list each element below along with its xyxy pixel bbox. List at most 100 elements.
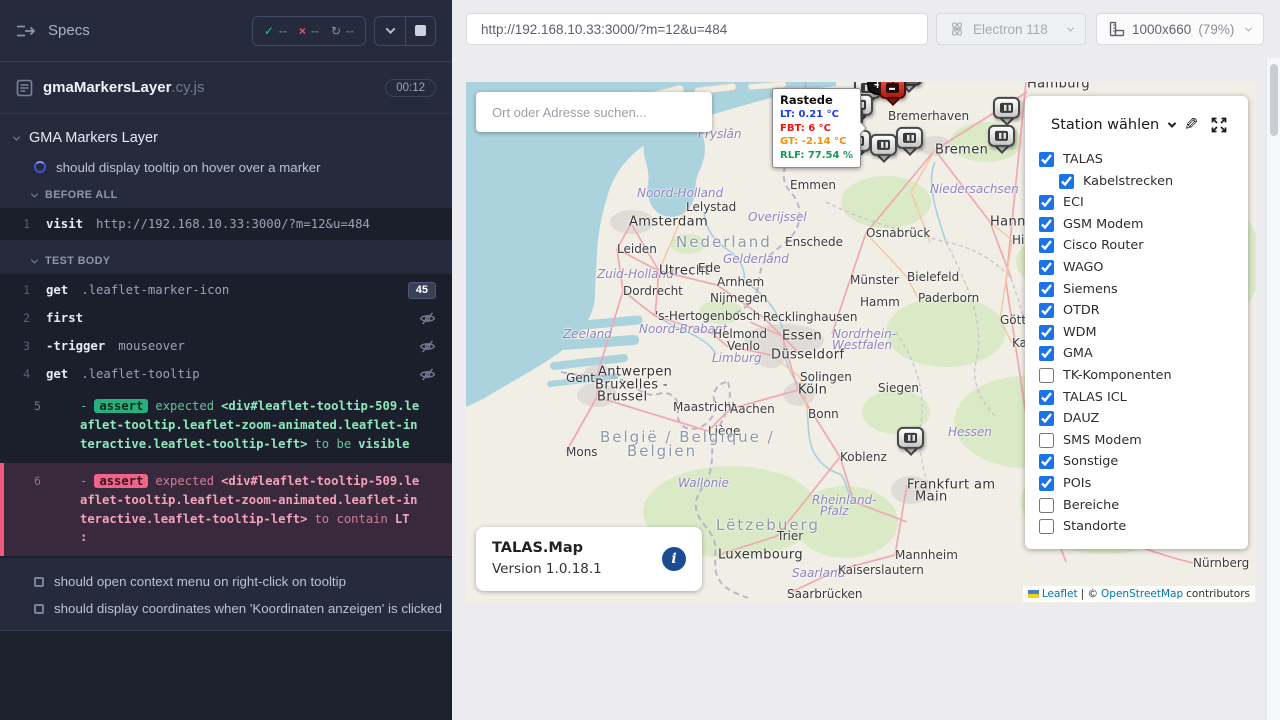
layer-label: TALAS ICL — [1063, 390, 1127, 405]
url-bar[interactable]: http://192.168.10.33:3000/?m=12&u=484 — [466, 13, 928, 45]
suite-row[interactable]: GMA Markers Layer — [0, 124, 452, 152]
leaflet-link[interactable]: Leaflet — [1042, 588, 1078, 600]
command-row[interactable]: 1 get .leaflet-marker-icon 45 — [0, 276, 452, 304]
layer-checkbox[interactable] — [1039, 217, 1054, 232]
layer-checkbox[interactable] — [1039, 519, 1054, 534]
layer-row[interactable]: Bereiche — [1039, 498, 1248, 513]
layer-checkbox[interactable] — [1039, 195, 1054, 210]
pending-test-row[interactable]: should open context menu on right-click … — [0, 568, 452, 595]
command-method: visit — [46, 217, 83, 231]
assert-command[interactable]: 6-assertexpected<div#leaflet-tooltip-509… — [0, 463, 452, 557]
stop-run-button[interactable] — [405, 17, 435, 45]
marker-head — [988, 125, 1015, 147]
station-select[interactable]: Station wählen — [1051, 117, 1159, 133]
layer-label: Siemens — [1063, 282, 1118, 297]
map-marker[interactable] — [987, 125, 1017, 157]
layer-row[interactable]: GSM Modem — [1039, 217, 1248, 232]
specs-menu-icon[interactable] — [16, 23, 36, 39]
station-panel-header: Station wählen ✎ — [1025, 110, 1248, 146]
expand-icon[interactable] — [1210, 116, 1228, 134]
layer-row[interactable]: ECI — [1039, 195, 1248, 210]
layer-row[interactable]: WAGO — [1039, 260, 1248, 275]
collapse-all-button[interactable] — [375, 17, 405, 45]
viewport-size-select[interactable]: 1000x660 (79%) — [1096, 13, 1264, 45]
version-info-box: TALAS.Map Version 1.0.18.1 i — [476, 527, 702, 591]
map-label: Nederland — [676, 233, 772, 251]
layer-checkbox[interactable] — [1039, 476, 1054, 491]
scrollbar-thumb[interactable] — [1270, 64, 1278, 136]
layer-label: TK-Komponenten — [1063, 368, 1172, 383]
search-input[interactable] — [476, 92, 712, 132]
layer-row[interactable]: POIs — [1039, 476, 1248, 491]
layer-checkbox[interactable] — [1039, 411, 1054, 426]
url-text: http://192.168.10.33:3000/?m=12&u=484 — [481, 22, 727, 37]
test-body-section[interactable]: TEST BODY — [0, 248, 452, 274]
map-label: Amsterdam — [629, 215, 708, 230]
active-test-row[interactable]: should display tooltip on hover over a m… — [0, 152, 452, 182]
layer-checkbox[interactable] — [1039, 368, 1054, 383]
layer-label: OTDR — [1063, 303, 1100, 318]
before-all-section[interactable]: BEFORE ALL — [0, 182, 452, 208]
layer-checkbox[interactable] — [1039, 390, 1054, 405]
map-label: Gent — [566, 371, 595, 385]
assert-command[interactable]: 5-assertexpected<div#leaflet-tooltip-509… — [0, 388, 452, 463]
map-marker[interactable] — [896, 427, 926, 459]
command-row[interactable]: 4 get .leaflet-tooltip — [0, 360, 452, 388]
page-scrollbar[interactable] — [1266, 58, 1280, 720]
spec-file-row[interactable]: gmaMarkersLayer.cy.js 00:12 — [0, 62, 452, 114]
map-label: Bonn — [808, 407, 839, 421]
layer-row[interactable]: Kabelstrecken — [1059, 174, 1248, 189]
tooltip-value-row: LT: 0.21 °C — [780, 108, 853, 122]
layer-checkbox[interactable] — [1039, 152, 1054, 167]
layer-checkbox[interactable] — [1039, 454, 1054, 469]
edit-icon[interactable]: ✎ — [1184, 117, 1198, 134]
layer-row[interactable]: Sonstige — [1039, 454, 1248, 469]
layer-checkbox[interactable] — [1039, 433, 1054, 448]
spec-duration-badge: 00:12 — [385, 79, 436, 97]
map-label: Osnabrück — [866, 226, 930, 240]
map-label: Münster — [850, 273, 899, 287]
invisible-icon — [419, 367, 436, 382]
map-label: Aachen — [730, 402, 775, 416]
layer-row[interactable]: OTDR — [1039, 303, 1248, 318]
layer-checkbox[interactable] — [1039, 303, 1054, 318]
station-icon — [1000, 103, 1013, 113]
map-label: Hessen — [948, 425, 992, 439]
layer-checkbox[interactable] — [1039, 325, 1054, 340]
layer-row[interactable]: TK-Komponenten — [1039, 368, 1248, 383]
layer-row[interactable]: TALAS — [1039, 152, 1248, 167]
command-number: 2 — [0, 311, 46, 325]
map-marker[interactable] — [895, 127, 925, 159]
layer-label: WAGO — [1063, 260, 1103, 275]
pending-test-row[interactable]: should display coordinates when 'Koordin… — [0, 595, 452, 622]
before-all-commands: 1 visit http://192.168.10.33:3000/?m=12&… — [0, 208, 452, 240]
layer-checkbox[interactable] — [1059, 174, 1074, 189]
command-row[interactable]: 2 first — [0, 304, 452, 332]
layer-row[interactable]: Cisco Router — [1039, 238, 1248, 253]
layer-row[interactable]: DAUZ — [1039, 411, 1248, 426]
layer-checkbox[interactable] — [1039, 282, 1054, 297]
layer-checkbox[interactable] — [1039, 238, 1054, 253]
layer-row[interactable]: SMS Modem — [1039, 433, 1248, 448]
layer-row[interactable]: TALAS ICL — [1039, 390, 1248, 405]
command-row[interactable]: 3 -trigger mouseover — [0, 332, 452, 360]
specs-title[interactable]: Specs — [48, 22, 90, 39]
map-label: Ede — [698, 261, 721, 275]
layer-label: POIs — [1063, 476, 1091, 491]
chevron-down-icon[interactable] — [1168, 119, 1176, 127]
layer-row[interactable]: GMA — [1039, 346, 1248, 361]
layer-checkbox[interactable] — [1039, 498, 1054, 513]
layer-row[interactable]: Standorte — [1039, 519, 1248, 534]
info-icon[interactable]: i — [662, 547, 686, 571]
layer-row[interactable]: Siemens — [1039, 282, 1248, 297]
marker-tooltip[interactable]: Rastede LT: 0.21 °CFBT: 6 °CGT: -2.14 °C… — [772, 88, 861, 168]
osm-link[interactable]: OpenStreetMap — [1101, 588, 1183, 600]
layer-checkbox[interactable] — [1039, 260, 1054, 275]
browser-select[interactable]: Electron 118 — [936, 13, 1086, 45]
reporter-header: Specs ✓-- ×-- ↻-- — [0, 0, 452, 62]
layer-checkbox[interactable] — [1039, 346, 1054, 361]
command-row[interactable]: 1 visit http://192.168.10.33:3000/?m=12&… — [0, 210, 452, 238]
map-marker[interactable] — [878, 82, 908, 109]
suite-title: GMA Markers Layer — [29, 130, 158, 146]
layer-row[interactable]: WDM — [1039, 325, 1248, 340]
